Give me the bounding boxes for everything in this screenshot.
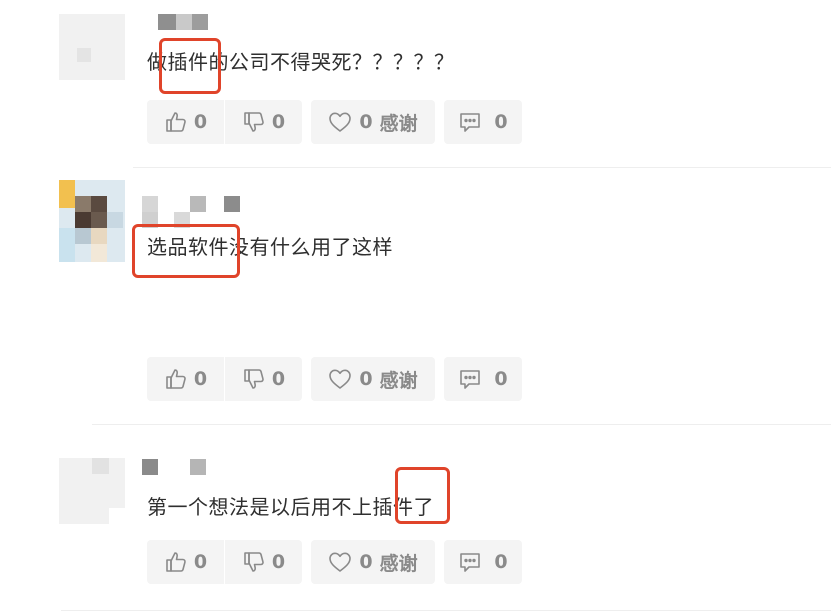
heart-icon [328, 551, 352, 573]
avatar-pixel [91, 212, 107, 228]
thumbs-up-icon [164, 110, 188, 134]
comment-divider [133, 167, 831, 168]
avatar-pixel [59, 228, 75, 262]
thanks-button[interactable]: 0 感谢 [311, 357, 435, 401]
thanks-label: 感谢 [379, 112, 418, 135]
avatar-pixel [107, 212, 123, 228]
username-pixel [192, 14, 208, 30]
username-pixel [142, 459, 158, 475]
heart-icon [328, 368, 352, 390]
comment-icon [458, 368, 482, 390]
thanks-count: 0 [359, 368, 373, 390]
avatar-pixel [75, 196, 91, 212]
thanks-button[interactable]: 0 感谢 [311, 100, 435, 144]
reply-button[interactable]: 0 [444, 357, 522, 401]
avatar-pixel [75, 212, 91, 228]
like-button[interactable]: 0 [147, 540, 224, 584]
username-pixel [190, 459, 206, 475]
dislike-button[interactable]: 0 [225, 100, 302, 144]
username-pixel [224, 196, 240, 212]
dislike-button[interactable]: 0 [225, 357, 302, 401]
like-button[interactable]: 0 [147, 100, 224, 144]
comment-divider [61, 610, 831, 611]
thanks-count: 0 [359, 111, 373, 133]
keyword-highlight-box [159, 38, 221, 94]
thanks-label: 感谢 [379, 369, 418, 392]
like-count: 0 [193, 111, 208, 133]
avatar-pixel [91, 196, 107, 212]
thumbs-down-icon [242, 367, 266, 391]
dislike-count: 0 [271, 368, 286, 390]
keyword-highlight-box [395, 467, 450, 524]
avatar-pixel [59, 180, 75, 208]
thumbs-up-icon [164, 550, 188, 574]
avatar-pixel [75, 228, 91, 244]
like-button[interactable]: 0 [147, 357, 224, 401]
username-pixel [176, 14, 192, 30]
avatar[interactable] [59, 180, 125, 262]
dislike-count: 0 [271, 111, 286, 133]
username-pixel [190, 196, 206, 212]
thumbs-down-icon [242, 550, 266, 574]
reply-count: 0 [494, 111, 508, 133]
like-count: 0 [193, 368, 208, 390]
comment-icon [458, 551, 482, 573]
keyword-highlight-box [132, 224, 240, 278]
comment-icon [458, 111, 482, 133]
thumbs-down-icon [242, 110, 266, 134]
avatar[interactable] [59, 458, 125, 524]
avatar[interactable] [59, 14, 125, 80]
thanks-label: 感谢 [379, 552, 418, 575]
avatar-pixel [109, 508, 125, 524]
vote-group: 0 0 [147, 100, 302, 144]
username-pixel [158, 14, 176, 30]
reply-count: 0 [494, 368, 508, 390]
avatar-pixel [91, 228, 107, 244]
avatar-pixel [92, 458, 109, 474]
comment-text: 第一个想法是以后用不上插件了 [147, 495, 434, 519]
dislike-button[interactable]: 0 [225, 540, 302, 584]
vote-group: 0 0 [147, 357, 302, 401]
avatar-pixel [91, 244, 107, 262]
thumbs-up-icon [164, 367, 188, 391]
username-pixel [142, 196, 158, 212]
thanks-button[interactable]: 0 感谢 [311, 540, 435, 584]
thanks-count: 0 [359, 551, 373, 573]
reply-button[interactable]: 0 [444, 100, 522, 144]
comment-divider [92, 424, 831, 425]
vote-group: 0 0 [147, 540, 302, 584]
heart-icon [328, 111, 352, 133]
like-count: 0 [193, 551, 208, 573]
dislike-count: 0 [271, 551, 286, 573]
avatar-pixel [77, 48, 91, 62]
reply-count: 0 [494, 551, 508, 573]
reply-button[interactable]: 0 [444, 540, 522, 584]
